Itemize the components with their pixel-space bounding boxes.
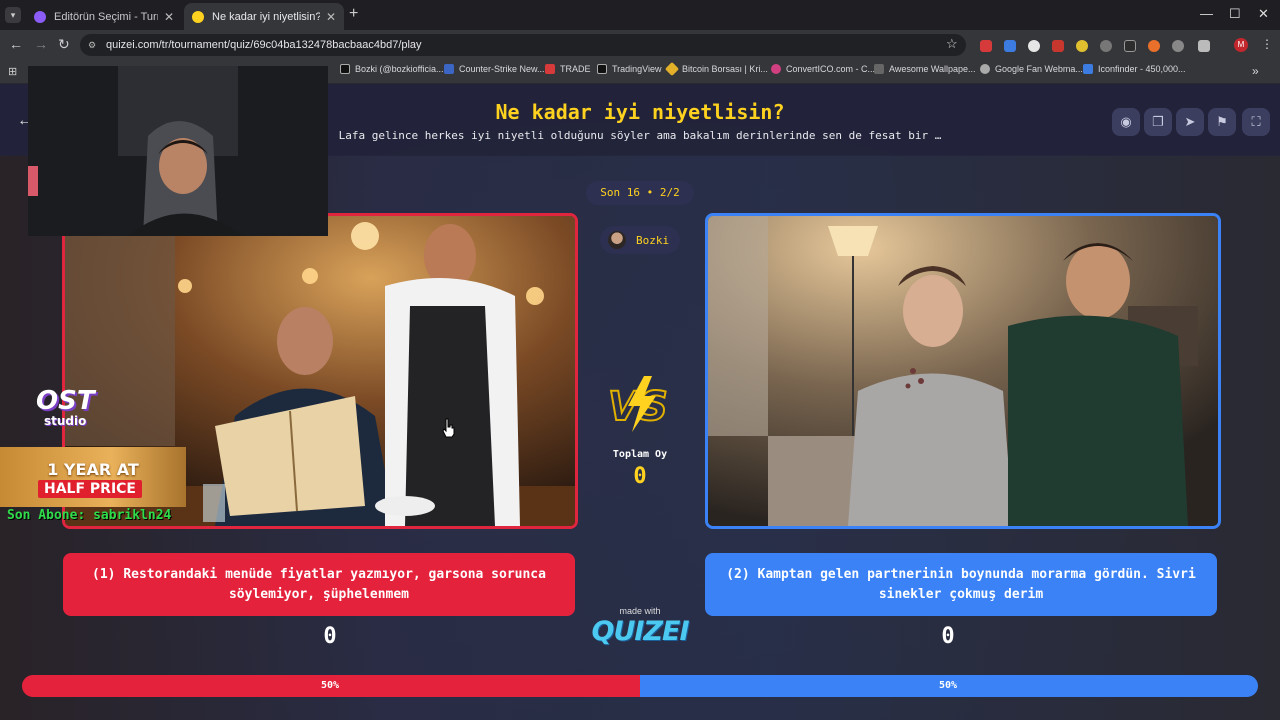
back-arrow-icon[interactable]: ← bbox=[9, 36, 23, 52]
minimize-icon[interactable]: — bbox=[1200, 6, 1213, 21]
browser-tab-2-active[interactable]: Ne kadar iyi niyetlisin? - Tier Li ✕ bbox=[184, 3, 344, 30]
maximize-icon[interactable]: ☐ bbox=[1229, 6, 1241, 22]
promo-headline: 1 YEAR AT bbox=[47, 460, 139, 479]
extension-icon[interactable] bbox=[1076, 40, 1088, 52]
new-tab-icon[interactable]: + bbox=[349, 5, 358, 23]
option-button-right[interactable]: (2) Kamptan gelen partnerinin boynunda m… bbox=[705, 553, 1217, 616]
couple-photo bbox=[708, 216, 1218, 526]
report-button[interactable]: ⚑ bbox=[1208, 108, 1236, 136]
bookmark-label: Iconfinder - 450,000... bbox=[1098, 64, 1186, 74]
bookmark-item[interactable]: ConvertICO.com - C... bbox=[771, 64, 875, 74]
more-menu-icon[interactable]: ⋮ bbox=[1261, 37, 1273, 51]
close-window-icon[interactable]: ✕ bbox=[1258, 6, 1269, 22]
ost-logo-subtext: studio bbox=[44, 414, 87, 428]
copy-icon: ❐ bbox=[1152, 114, 1164, 129]
quizei-logo[interactable]: QUIZEI bbox=[590, 616, 690, 647]
vote-count-left: 0 bbox=[323, 624, 337, 649]
user-badge[interactable]: Bozki bbox=[600, 226, 680, 254]
extension-icon[interactable] bbox=[980, 40, 992, 52]
avatar bbox=[608, 231, 626, 249]
browser-tab-1[interactable]: Editörün Seçimi - Turnuva - Qu ✕ bbox=[26, 3, 182, 30]
ost-logo-text: OST bbox=[36, 386, 95, 416]
fullscreen-icon: ⛶ bbox=[1251, 114, 1261, 129]
view-button[interactable]: ◉ bbox=[1112, 108, 1140, 136]
total-votes-label: Toplam Oy bbox=[612, 449, 668, 460]
extension-icon[interactable] bbox=[1052, 40, 1064, 52]
bookmark-label: Bitcoin Borsası | Kri... bbox=[682, 64, 768, 74]
webcam-overlay bbox=[28, 66, 328, 236]
share-button[interactable]: ➤ bbox=[1176, 108, 1204, 136]
eye-icon: ◉ bbox=[1120, 114, 1132, 129]
bookmark-item[interactable]: Awesome Wallpape... bbox=[874, 64, 976, 74]
username: Bozki bbox=[636, 233, 670, 247]
versus-icon: VS bbox=[607, 376, 669, 432]
made-with-label: made with bbox=[619, 606, 661, 616]
bookmark-item[interactable]: TradingView bbox=[597, 64, 662, 74]
bookmark-item[interactable]: Iconfinder - 450,000... bbox=[1083, 64, 1186, 74]
percent-right: 50% bbox=[938, 680, 958, 691]
tab-favicon-icon bbox=[192, 10, 204, 23]
extension-icon[interactable] bbox=[1148, 40, 1160, 52]
copy-button[interactable]: ❐ bbox=[1144, 108, 1172, 136]
site-info-icon[interactable]: ⚙ bbox=[88, 40, 96, 51]
bookmark-item[interactable]: Counter-Strike New... bbox=[444, 64, 545, 74]
bookmark-label: TRADE bbox=[560, 64, 591, 74]
bookmark-label: Google Fan Webma... bbox=[995, 64, 1083, 74]
more-bookmarks-icon[interactable]: » bbox=[1252, 64, 1259, 78]
extension-icon[interactable] bbox=[1124, 40, 1136, 52]
send-icon: ➤ bbox=[1184, 114, 1196, 129]
tab-search-button[interactable]: ▾ bbox=[5, 7, 21, 23]
tab-favicon-icon bbox=[34, 10, 46, 23]
bookmark-label: ConvertICO.com - C... bbox=[786, 64, 876, 74]
vote-progress-bar bbox=[22, 675, 1258, 697]
bookmark-item[interactable]: Bitcoin Borsası | Kri... bbox=[664, 61, 768, 77]
forward-arrow-icon[interactable]: → bbox=[34, 36, 48, 52]
bookmark-item[interactable]: Google Fan Webma... bbox=[980, 64, 1083, 74]
bookmark-item[interactable]: Bozki (@bozkiofficia... bbox=[340, 64, 444, 74]
fullscreen-button[interactable]: ⛶ bbox=[1242, 108, 1270, 136]
extension-icon[interactable] bbox=[1004, 40, 1016, 52]
address-bar[interactable]: quizei.com/tr/tournament/quiz/69c04ba132… bbox=[80, 34, 966, 56]
hand-cursor-icon bbox=[442, 418, 455, 438]
tab-title: Ne kadar iyi niyetlisin? - Tier Li bbox=[212, 10, 320, 23]
close-tab-icon[interactable]: ✕ bbox=[164, 10, 174, 24]
extension-icon[interactable] bbox=[1100, 40, 1112, 52]
round-indicator: Son 16 • 2/2 bbox=[586, 181, 694, 205]
percent-left: 50% bbox=[320, 680, 340, 691]
total-votes-value: 0 bbox=[633, 464, 647, 489]
bookmark-label: Bozki (@bozkiofficia... bbox=[355, 64, 444, 74]
subscriber-alert: Son Abone: sabrikln24 bbox=[7, 508, 172, 523]
reload-icon[interactable]: ↻ bbox=[58, 36, 70, 53]
bookmark-star-icon[interactable]: ☆ bbox=[946, 36, 958, 52]
extension-icon[interactable] bbox=[1028, 40, 1040, 52]
profile-avatar[interactable]: M bbox=[1234, 38, 1248, 52]
streamer-video bbox=[28, 66, 328, 236]
extension-icon[interactable] bbox=[1172, 40, 1184, 52]
vote-count-right: 0 bbox=[941, 624, 955, 649]
option-button-left[interactable]: (1) Restorandaki menüde fiyatlar yazmıyo… bbox=[63, 553, 575, 616]
bookmark-label: Counter-Strike New... bbox=[459, 64, 545, 74]
bookmark-item[interactable]: TRADE bbox=[545, 64, 591, 74]
extensions-puzzle-icon[interactable] bbox=[1198, 40, 1210, 52]
close-tab-icon[interactable]: ✕ bbox=[326, 10, 336, 24]
apps-grid-icon[interactable]: ⊞ bbox=[8, 65, 17, 78]
option-image-right[interactable] bbox=[705, 213, 1221, 529]
bookmark-label: TradingView bbox=[612, 64, 662, 74]
quizei-logo-text: QUIZEI bbox=[591, 616, 690, 647]
bookmark-label: Awesome Wallpape... bbox=[889, 64, 976, 74]
tab-title: Editörün Seçimi - Turnuva - Qu bbox=[54, 10, 158, 23]
flag-icon: ⚑ bbox=[1216, 114, 1228, 129]
promo-highlight: HALF PRICE bbox=[38, 480, 142, 498]
